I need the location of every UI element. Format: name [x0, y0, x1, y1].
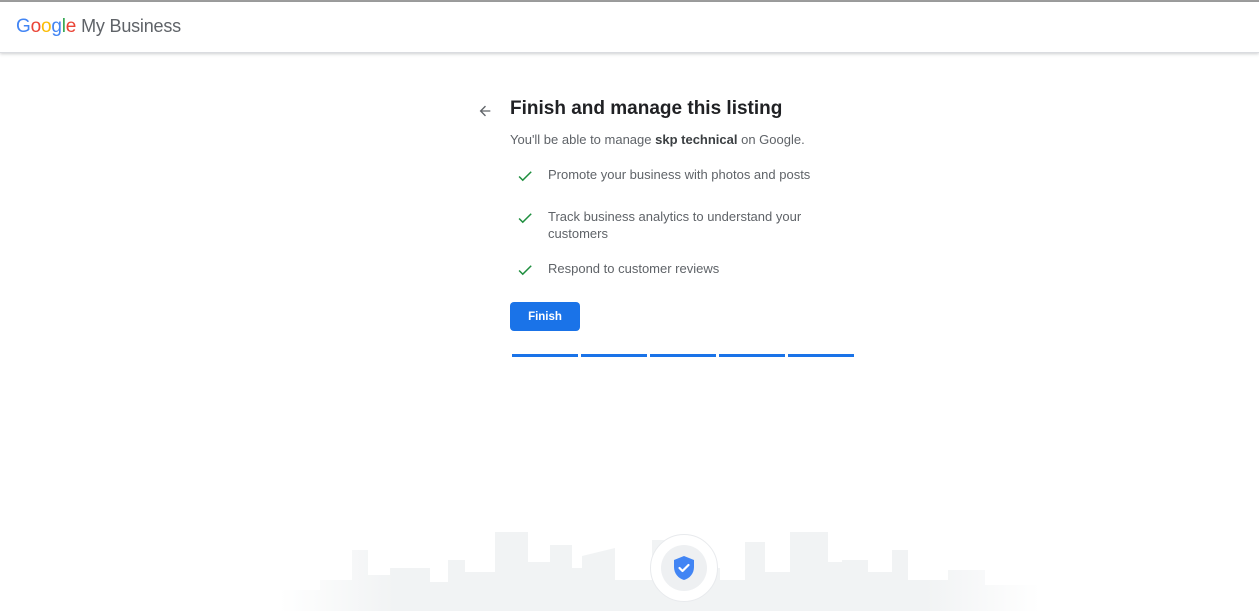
google-wordmark: Google	[16, 16, 77, 37]
benefit-text: Respond to customer reviews	[548, 261, 720, 276]
verified-shield-icon	[674, 556, 694, 580]
progress-step	[650, 354, 716, 357]
back-button[interactable]	[472, 98, 498, 124]
check-icon	[510, 208, 548, 232]
list-item: Track business analytics to understand y…	[510, 208, 830, 242]
list-item: Promote your business with photos and po…	[510, 166, 830, 190]
product-name: My Business	[81, 16, 181, 36]
progress-step	[512, 354, 578, 357]
progress-step	[788, 354, 854, 357]
benefits-list: Promote your business with photos and po…	[510, 166, 830, 302]
progress-step	[581, 354, 647, 357]
page-subtitle: You'll be able to manage skp technical o…	[510, 132, 805, 147]
check-icon	[510, 166, 548, 190]
business-name: skp technical	[655, 132, 738, 147]
google-my-business-logo[interactable]: Google My Business	[16, 16, 181, 38]
page-title: Finish and manage this listing	[510, 98, 783, 119]
finish-button[interactable]: Finish	[510, 302, 580, 331]
check-icon	[510, 260, 548, 284]
benefit-text: Promote your business with photos and po…	[548, 167, 811, 182]
list-item: Respond to customer reviews	[510, 260, 830, 284]
arrow-back-icon	[479, 105, 491, 117]
verification-badge	[650, 534, 718, 602]
progress-step	[719, 354, 785, 357]
progress-bar	[512, 354, 854, 357]
app-header: Google My Business	[0, 2, 1259, 53]
benefit-text: Track business analytics to understand y…	[548, 209, 802, 241]
